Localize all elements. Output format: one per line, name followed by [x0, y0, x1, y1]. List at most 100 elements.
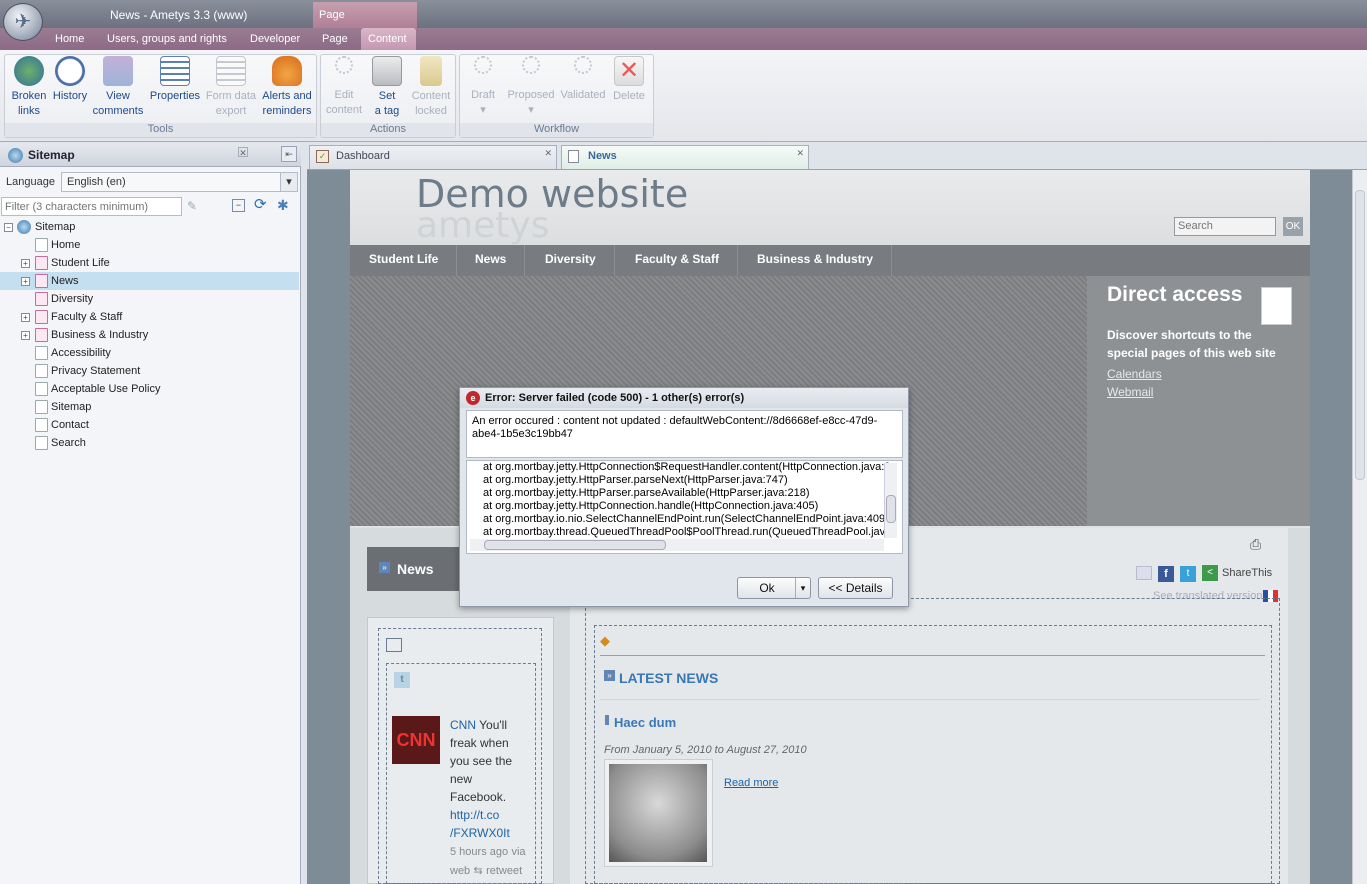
- properties-icon: [160, 56, 190, 86]
- site-nav-business-industry[interactable]: Business & Industry: [739, 245, 893, 276]
- site-search-button[interactable]: OK: [1283, 217, 1303, 236]
- tree-item-business-industry[interactable]: + Business & Industry: [0, 326, 299, 344]
- tag-icon: ◆: [600, 633, 610, 648]
- app-menu-button[interactable]: ✈: [3, 3, 43, 41]
- webmail-link[interactable]: Webmail: [1107, 385, 1153, 399]
- page-icon: [35, 364, 48, 378]
- retweet-icon[interactable]: ⇆: [474, 865, 483, 877]
- error-icon: e: [466, 391, 480, 405]
- collapse-all-icon[interactable]: −: [232, 199, 245, 212]
- tree-item-contact[interactable]: Contact: [0, 416, 299, 434]
- share-icon[interactable]: <: [1202, 565, 1218, 581]
- broken-links-button[interactable]: Broken links: [6, 56, 52, 119]
- tweet-link[interactable]: http://t.co: [450, 808, 499, 822]
- plugin-icon[interactable]: ✱: [277, 197, 293, 213]
- tweet-author[interactable]: CNN: [450, 718, 476, 732]
- latest-news-title: LATEST NEWS: [619, 670, 719, 686]
- tab-users-groups-rights[interactable]: Users, groups and rights: [100, 28, 234, 50]
- details-button[interactable]: << Details: [818, 577, 893, 599]
- twitter-icon: t: [394, 672, 410, 688]
- page-icon: [568, 150, 579, 163]
- ok-button[interactable]: Ok ▾: [737, 577, 811, 599]
- dashboard-icon: ✓: [316, 150, 329, 163]
- form-data-export-button[interactable]: Form data export: [203, 56, 259, 119]
- tab-dashboard[interactable]: ✓ Dashboard ✕: [309, 145, 557, 169]
- delete-icon: ✕: [614, 56, 644, 86]
- expand-icon[interactable]: +: [21, 277, 30, 286]
- proposed-button[interactable]: Proposed ▾: [504, 56, 558, 118]
- scroll-thumb[interactable]: [886, 495, 896, 523]
- tab-home[interactable]: Home: [48, 28, 91, 50]
- tab-news[interactable]: News ✕: [561, 145, 809, 169]
- view-comments-button[interactable]: View comments: [90, 56, 146, 119]
- article-title[interactable]: Haec dum: [614, 715, 676, 730]
- calendars-link[interactable]: Calendars: [1107, 367, 1162, 381]
- set-tag-button[interactable]: Set a tag: [366, 56, 408, 119]
- scroll-thumb[interactable]: [1355, 190, 1365, 480]
- content-locked-button[interactable]: Content locked: [408, 56, 454, 119]
- direct-access-text: Discover shortcuts to the special pages …: [1107, 328, 1276, 360]
- tree-item-privacy-statement[interactable]: Privacy Statement: [0, 362, 299, 380]
- article-date: From January 5, 2010 to August 27, 2010: [604, 744, 807, 756]
- chevron-down-icon[interactable]: ▾: [795, 578, 810, 598]
- context-tab-label: Page: [313, 2, 417, 28]
- site-nav-diversity[interactable]: Diversity: [527, 245, 615, 276]
- tab-content[interactable]: Content: [361, 28, 416, 50]
- alerts-reminders-button[interactable]: Alerts and reminders: [258, 56, 316, 119]
- draft-button[interactable]: Draft ▾: [463, 56, 503, 118]
- close-panel-icon[interactable]: ✕: [238, 147, 248, 158]
- print-icon[interactable]: ⎙: [1250, 536, 1268, 552]
- read-more-link[interactable]: Read more: [724, 777, 778, 789]
- tree-item-acceptable-use-policy[interactable]: Acceptable Use Policy: [0, 380, 299, 398]
- tab-developer[interactable]: Developer: [243, 28, 307, 50]
- scroll-thumb[interactable]: [484, 540, 666, 550]
- site-search-input[interactable]: Search: [1174, 217, 1276, 236]
- language-select[interactable]: English (en) ▾: [61, 172, 298, 192]
- trace-vertical-scrollbar[interactable]: [884, 463, 897, 538]
- tree-item-home[interactable]: Home: [0, 236, 299, 254]
- window-title: News - Ametys 3.3 (www): [110, 8, 248, 22]
- properties-button[interactable]: Properties: [148, 56, 202, 104]
- twitter-share-icon[interactable]: t: [1180, 566, 1196, 582]
- close-tab-icon[interactable]: ✕: [544, 148, 552, 159]
- tag-icon: [372, 56, 402, 86]
- delete-button[interactable]: ✕ Delete: [608, 56, 650, 104]
- expand-icon[interactable]: +: [21, 331, 30, 340]
- expand-icon[interactable]: +: [21, 313, 30, 322]
- sharethis-label[interactable]: ShareThis: [1222, 567, 1272, 579]
- tree-item-search[interactable]: Search: [0, 434, 299, 452]
- refresh-icon[interactable]: ⟳: [254, 197, 270, 213]
- spinner-icon: [574, 56, 592, 74]
- expand-icon[interactable]: +: [21, 259, 30, 268]
- zone-icon[interactable]: [386, 638, 402, 652]
- collapse-panel-icon[interactable]: ⇤: [281, 146, 297, 162]
- tree-item-student-life[interactable]: + Student Life: [0, 254, 299, 272]
- preview-scrollbar[interactable]: [1352, 170, 1367, 884]
- site-nav-faculty-staff[interactable]: Faculty & Staff: [617, 245, 739, 276]
- tree-root[interactable]: − Sitemap: [0, 218, 299, 236]
- validated-button[interactable]: Validated: [558, 56, 608, 103]
- site-nav-news[interactable]: News: [457, 245, 526, 276]
- direct-access-title: Direct access: [1107, 283, 1243, 306]
- tree-item-sitemap[interactable]: Sitemap: [0, 398, 299, 416]
- tree-item-faculty-staff[interactable]: + Faculty & Staff: [0, 308, 299, 326]
- bullet-icon: [605, 715, 609, 725]
- tree-item-diversity[interactable]: Diversity: [0, 290, 299, 308]
- edit-content-button[interactable]: Edit content: [322, 56, 366, 118]
- trace-horizontal-scrollbar[interactable]: [470, 539, 884, 551]
- email-icon[interactable]: [1136, 566, 1152, 580]
- site-nav-student-life[interactable]: Student Life: [351, 245, 458, 276]
- clear-filter-icon[interactable]: ✎: [187, 199, 201, 213]
- chevron-down-icon[interactable]: ▾: [280, 173, 297, 191]
- page-icon: [35, 346, 48, 360]
- tree-item-news[interactable]: + News: [0, 272, 299, 290]
- collapse-icon[interactable]: −: [4, 223, 13, 232]
- history-button[interactable]: History: [50, 56, 90, 104]
- tree-item-accessibility[interactable]: Accessibility: [0, 344, 299, 362]
- site-title: Demo website: [416, 172, 689, 216]
- sitemap-filter-input[interactable]: [1, 197, 182, 216]
- tweet-link-2[interactable]: /FXRWX0It: [450, 826, 510, 840]
- tab-page[interactable]: Page: [315, 28, 355, 50]
- facebook-icon[interactable]: f: [1158, 566, 1174, 582]
- close-tab-icon[interactable]: ✕: [796, 148, 804, 159]
